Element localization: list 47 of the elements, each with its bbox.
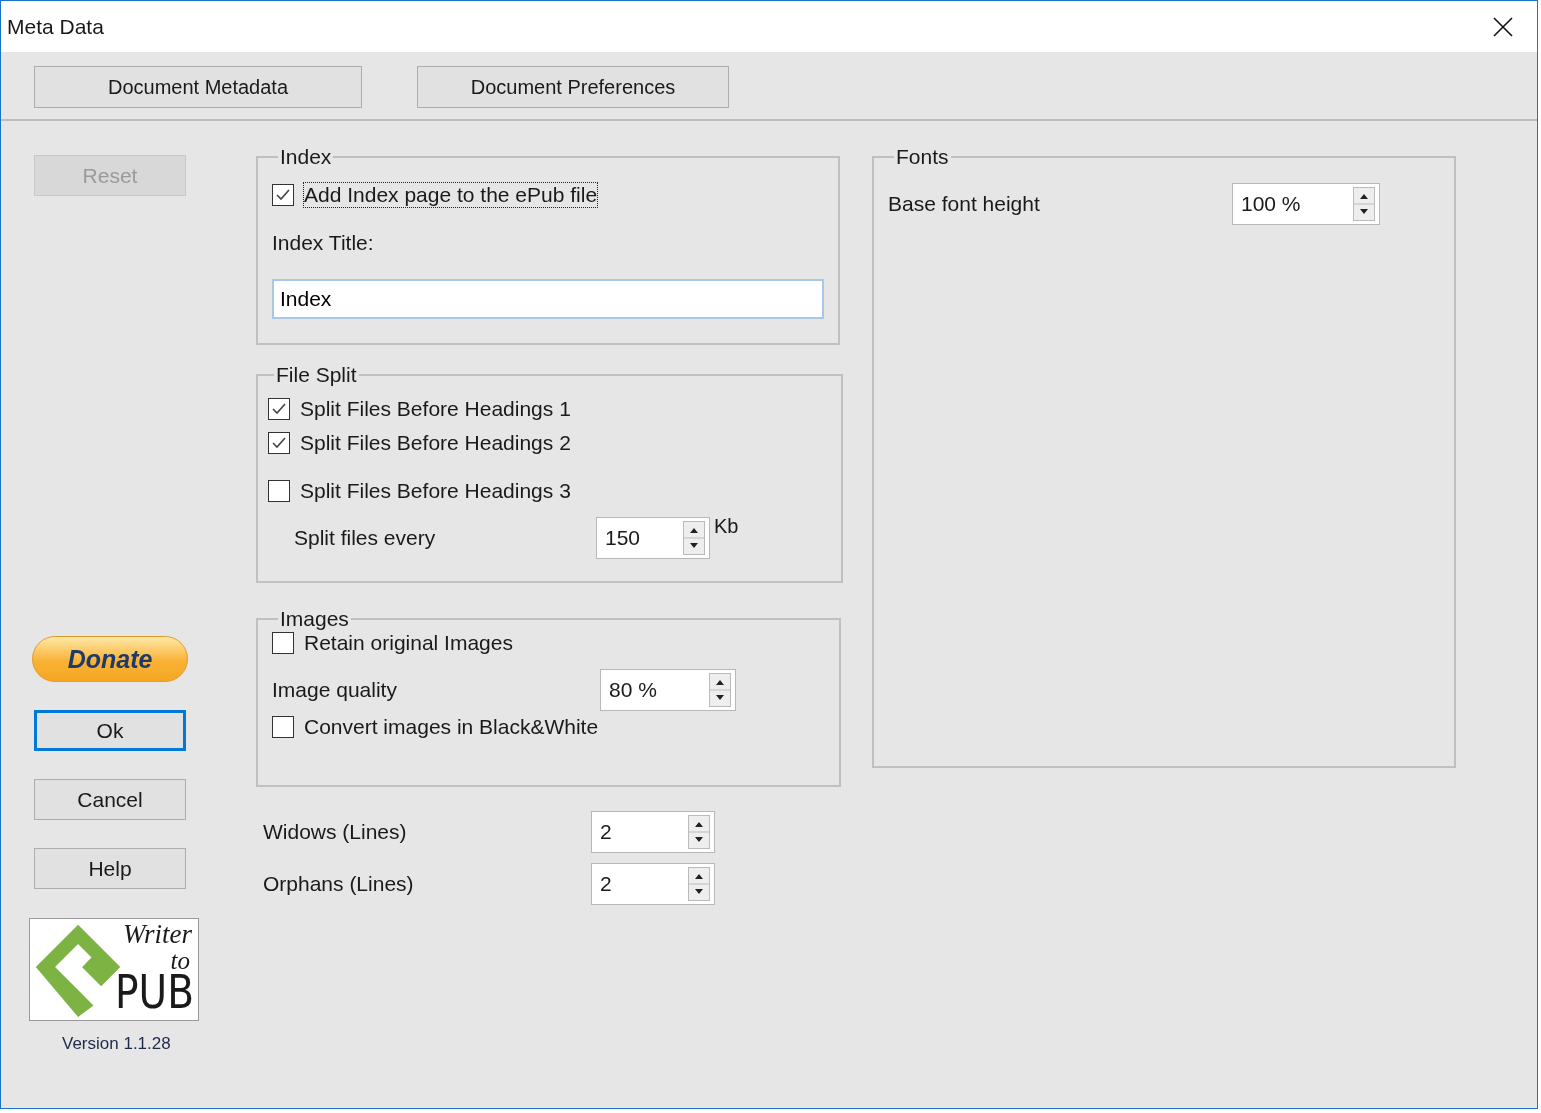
checkbox[interactable]: [272, 184, 294, 206]
field-label: Widows (Lines): [263, 820, 408, 844]
spin-box[interactable]: 150: [596, 517, 710, 559]
spin-arrows-icon[interactable]: [1353, 187, 1375, 221]
spin-box[interactable]: 80 %: [600, 669, 736, 711]
version-label: Version 1.1.28: [62, 1034, 171, 1054]
field-label: Orphans (Lines): [263, 872, 415, 896]
checkbox-label[interactable]: Retain original Images: [304, 631, 513, 655]
spin-box[interactable]: 100 %: [1232, 183, 1380, 225]
checkbox-label[interactable]: Split Files Before Headings 3: [300, 479, 571, 503]
spin-arrows-icon[interactable]: [688, 815, 710, 849]
checkbox-label[interactable]: Add Index page to the ePub file: [304, 183, 598, 207]
logo-text: Writer: [123, 919, 192, 950]
checkbox[interactable]: [272, 632, 294, 654]
checkbox-label[interactable]: Convert images in Black&White: [304, 715, 599, 739]
group-title: Index: [279, 145, 333, 169]
dialog-button[interactable]: Cancel: [34, 779, 186, 820]
tab[interactable]: Document Metadata: [34, 66, 362, 108]
tab[interactable]: Document Preferences: [417, 66, 729, 108]
close-icon[interactable]: [1493, 16, 1513, 37]
spin-arrows-icon[interactable]: [688, 867, 710, 901]
check-icon: [275, 187, 291, 203]
dialog-button[interactable]: Ok: [34, 710, 186, 751]
donate-button[interactable]: Donate: [32, 636, 188, 682]
field-label: Image quality: [272, 678, 398, 702]
checkbox[interactable]: [268, 432, 290, 454]
field-label: Base font height: [888, 192, 1041, 216]
window-title: Meta Data: [7, 14, 104, 39]
spin-box[interactable]: 2: [591, 811, 715, 853]
group-title: Images: [279, 607, 350, 631]
dialog-button[interactable]: Help: [34, 848, 186, 889]
unit-label: Kb: [714, 515, 739, 538]
group-title: Fonts: [895, 145, 950, 169]
field-label: Split files every: [294, 526, 437, 550]
checkbox[interactable]: [272, 716, 294, 738]
checkbox[interactable]: [268, 398, 290, 420]
checkbox[interactable]: [268, 480, 290, 502]
checkbox-label[interactable]: Split Files Before Headings 2: [300, 431, 571, 455]
field-label: Index Title:: [272, 231, 375, 255]
check-icon: [271, 401, 287, 417]
spin-arrows-icon[interactable]: [683, 521, 705, 555]
index-title-field[interactable]: Index: [272, 279, 824, 319]
check-icon: [271, 435, 287, 451]
group-title: File Split: [275, 363, 358, 387]
spin-box[interactable]: 2: [591, 863, 715, 905]
checkbox-label[interactable]: Split Files Before Headings 1: [300, 397, 571, 421]
spin-arrows-icon[interactable]: [709, 673, 731, 707]
